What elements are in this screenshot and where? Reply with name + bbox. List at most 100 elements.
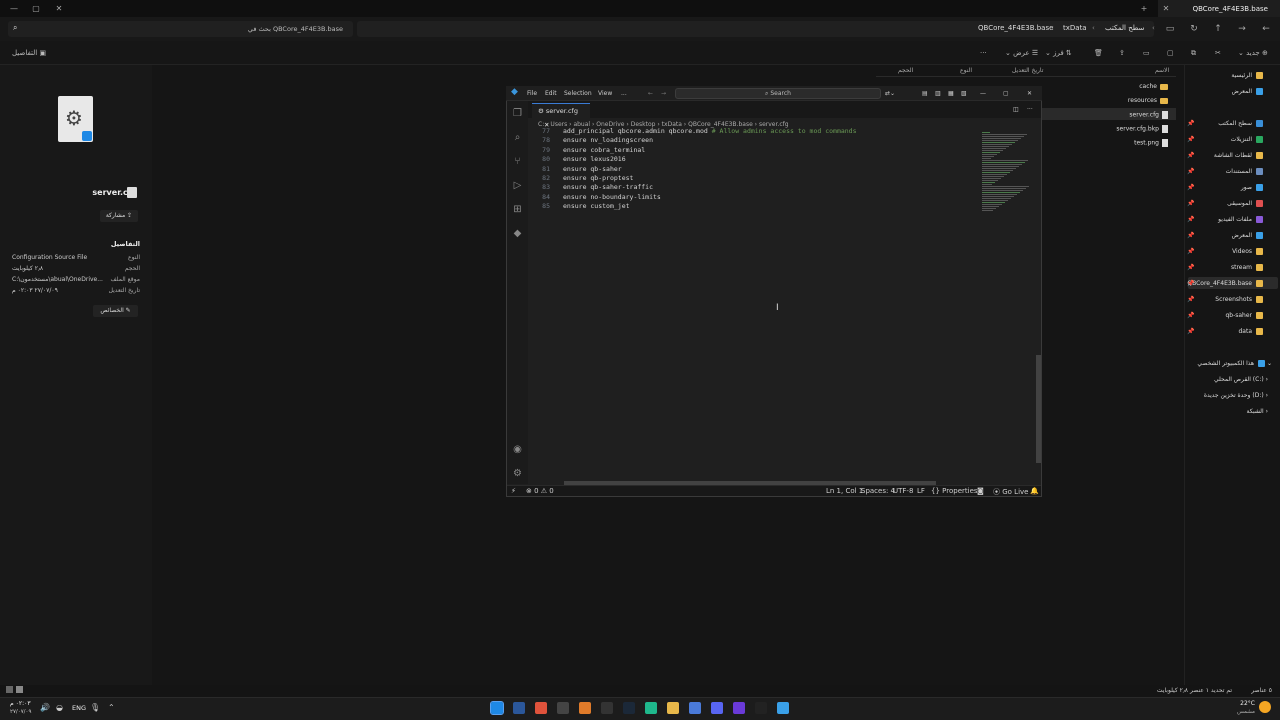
code-editor[interactable]: 77 add_principal qbcore.admin qbcore.mod … bbox=[528, 127, 976, 484]
nav-item-pinned[interactable]: الموسيقى bbox=[1227, 200, 1263, 207]
copilot-status-icon[interactable]: ◙ bbox=[977, 487, 984, 495]
settings-icon[interactable] bbox=[689, 702, 701, 714]
weather-icon[interactable] bbox=[1259, 701, 1271, 713]
problems-indicator[interactable]: ⊗ 0 ⚠ 0 bbox=[526, 487, 554, 495]
word-icon[interactable] bbox=[513, 702, 525, 714]
vscode-minimize-button[interactable]: — bbox=[980, 90, 986, 97]
nav-forward-icon[interactable]: → bbox=[661, 90, 666, 97]
cut-icon[interactable]: ✂ bbox=[1215, 47, 1221, 59]
new-button[interactable]: ⌄ جديد ⊕ bbox=[1238, 47, 1268, 59]
column-header-date[interactable]: تاريخ التعديل bbox=[1012, 67, 1043, 74]
nav-item-pinned[interactable]: صور bbox=[1241, 184, 1263, 191]
weather-temp[interactable]: 22°C bbox=[1240, 700, 1255, 707]
nav-item-this-pc[interactable]: هذا الكمبيوتر الشخصي ⌄ bbox=[1197, 360, 1272, 367]
code-line[interactable]: ensure custom_jet bbox=[563, 202, 630, 210]
nav-item-pinned[interactable]: المستندات bbox=[1226, 168, 1263, 175]
app3-icon[interactable] bbox=[733, 702, 745, 714]
more-options-icon[interactable]: ··· bbox=[980, 47, 987, 59]
explorer-tab[interactable]: QBCore_4F4E3B.base bbox=[1158, 0, 1280, 17]
volume-icon[interactable]: 🔊 bbox=[40, 703, 50, 712]
layout-auxbar-icon[interactable]: ▦ bbox=[948, 90, 954, 97]
customize-layout-icon[interactable]: ▧ bbox=[961, 90, 967, 97]
list-item[interactable]: test.png bbox=[1134, 139, 1168, 147]
refresh-icon[interactable]: ↻ bbox=[1186, 22, 1202, 36]
run-debug-icon[interactable]: ▷ bbox=[511, 179, 524, 192]
column-header-size[interactable]: الحجم bbox=[898, 67, 913, 74]
steam-icon[interactable] bbox=[623, 702, 635, 714]
menu-more[interactable]: ... bbox=[621, 90, 627, 97]
monitor-icon[interactable]: ▭ bbox=[1162, 22, 1178, 36]
start-icon[interactable] bbox=[777, 702, 789, 714]
notifications-icon[interactable]: 🔔 bbox=[1030, 487, 1039, 495]
source-control-icon[interactable]: ⑂ bbox=[511, 155, 524, 168]
input-language[interactable]: ENG bbox=[72, 704, 86, 712]
nav-item-pinned[interactable]: Videos bbox=[1232, 248, 1263, 255]
nav-item-pinned[interactable]: stream bbox=[1231, 264, 1263, 271]
cursor-position[interactable]: Ln 1, Col 1 bbox=[826, 487, 863, 495]
encoding[interactable]: UTF-8 bbox=[893, 487, 913, 495]
explorer-icon[interactable]: ❐ bbox=[511, 107, 524, 120]
nav-item-pinned[interactable]: لقطات الشاشة bbox=[1214, 152, 1263, 159]
menu-edit[interactable]: Edit bbox=[545, 90, 557, 97]
network-icon[interactable]: ◒ bbox=[56, 703, 63, 712]
python-icon[interactable]: ◆ bbox=[511, 227, 524, 240]
media-icon[interactable] bbox=[601, 702, 613, 714]
code-line[interactable]: ensure lexus2016 bbox=[563, 155, 626, 163]
vscode-taskbar-icon[interactable] bbox=[490, 701, 504, 715]
breadcrumb-item[interactable]: txData bbox=[1063, 24, 1087, 32]
microphone-icon[interactable]: 🎙 bbox=[90, 703, 100, 712]
go-live-button[interactable]: ⦿ Go Live bbox=[993, 487, 1028, 497]
code-line[interactable]: ensure qb-saher-traffic bbox=[563, 183, 653, 191]
xbox-icon[interactable] bbox=[535, 702, 547, 714]
column-header-type[interactable]: النوع bbox=[960, 67, 972, 74]
sort-button[interactable]: ⌄ فرز ⇅ bbox=[1045, 47, 1072, 59]
terminal-icon[interactable] bbox=[557, 702, 569, 714]
code-line[interactable]: ensure qb-proptest bbox=[563, 174, 633, 182]
layout-panel-icon[interactable]: ▥ bbox=[935, 90, 941, 97]
list-item[interactable]: server.cfg.bkp bbox=[1116, 125, 1168, 133]
vscode-maximize-button[interactable]: ▢ bbox=[1003, 90, 1009, 97]
nav-item-drive-c[interactable]: القرص المحلي (C:) › bbox=[1214, 376, 1268, 383]
details-view-icon[interactable] bbox=[6, 686, 13, 693]
rename-icon[interactable]: ▭ bbox=[1143, 47, 1150, 59]
clock-date[interactable]: ٢٧/٠٧/٠٩ bbox=[10, 709, 31, 715]
editor-tab[interactable]: ⚙ server.cfg ✕ bbox=[532, 103, 590, 129]
nav-item-pinned[interactable]: QBCore_4F4E3B.base bbox=[1187, 280, 1263, 287]
list-item[interactable]: cache bbox=[1139, 83, 1168, 90]
taskbar-search-icon[interactable] bbox=[755, 702, 767, 714]
file-explorer-icon[interactable] bbox=[667, 702, 679, 714]
code-line[interactable]: ensure qb-saher bbox=[563, 165, 622, 173]
menu-view[interactable]: View bbox=[598, 90, 612, 97]
breadcrumb-item[interactable]: سطح المكتب bbox=[1105, 24, 1144, 32]
tray-chevron-icon[interactable]: ⌃ bbox=[108, 703, 115, 712]
app2-icon[interactable] bbox=[645, 702, 657, 714]
delete-icon[interactable]: 🗑 bbox=[1094, 47, 1103, 59]
menu-selection[interactable]: Selection bbox=[564, 90, 592, 97]
details-toggle[interactable]: التفاصيل ▣ bbox=[12, 47, 46, 59]
nav-item-pinned[interactable]: التنزيلات bbox=[1231, 136, 1263, 143]
list-item[interactable]: resources bbox=[1128, 97, 1168, 104]
nav-item-home[interactable]: الرئيسية bbox=[1231, 72, 1263, 79]
end-of-line[interactable]: LF bbox=[917, 487, 925, 495]
maximize-button[interactable]: ▢ bbox=[30, 3, 42, 14]
nav-item-gallery[interactable]: المعرض bbox=[1232, 88, 1263, 95]
nav-item-drive-d[interactable]: وحدة تخزين جديدة (D:) › bbox=[1204, 392, 1268, 399]
close-tab-icon[interactable]: ✕ bbox=[1160, 3, 1172, 14]
menu-file[interactable]: File bbox=[527, 90, 537, 97]
copy-icon[interactable]: ⧉ bbox=[1191, 47, 1196, 59]
chevron-down-icon[interactable]: ‹ bbox=[1152, 24, 1155, 32]
extensions-icon[interactable]: ⊞ bbox=[511, 203, 524, 216]
minimize-button[interactable]: — bbox=[8, 3, 20, 14]
layout-sidebar-icon[interactable]: ▤ bbox=[922, 90, 928, 97]
tiles-view-icon[interactable] bbox=[16, 686, 23, 693]
new-tab-icon[interactable]: + bbox=[1138, 3, 1150, 14]
up-icon[interactable]: ↑ bbox=[1210, 22, 1226, 36]
list-item[interactable]: server.cfg bbox=[1129, 111, 1168, 119]
code-line[interactable]: add_principal qbcore.admin qbcore.mod # … bbox=[563, 127, 857, 135]
accounts-icon[interactable]: ◉ bbox=[511, 443, 524, 456]
indentation[interactable]: Spaces: 4 bbox=[861, 487, 895, 495]
settings-gear-icon[interactable]: ⚙ bbox=[511, 467, 524, 480]
remote-icon[interactable]: ⚡ bbox=[511, 487, 516, 495]
command-center[interactable]: ⌕ Search bbox=[675, 88, 881, 99]
minimap[interactable] bbox=[978, 128, 1036, 228]
